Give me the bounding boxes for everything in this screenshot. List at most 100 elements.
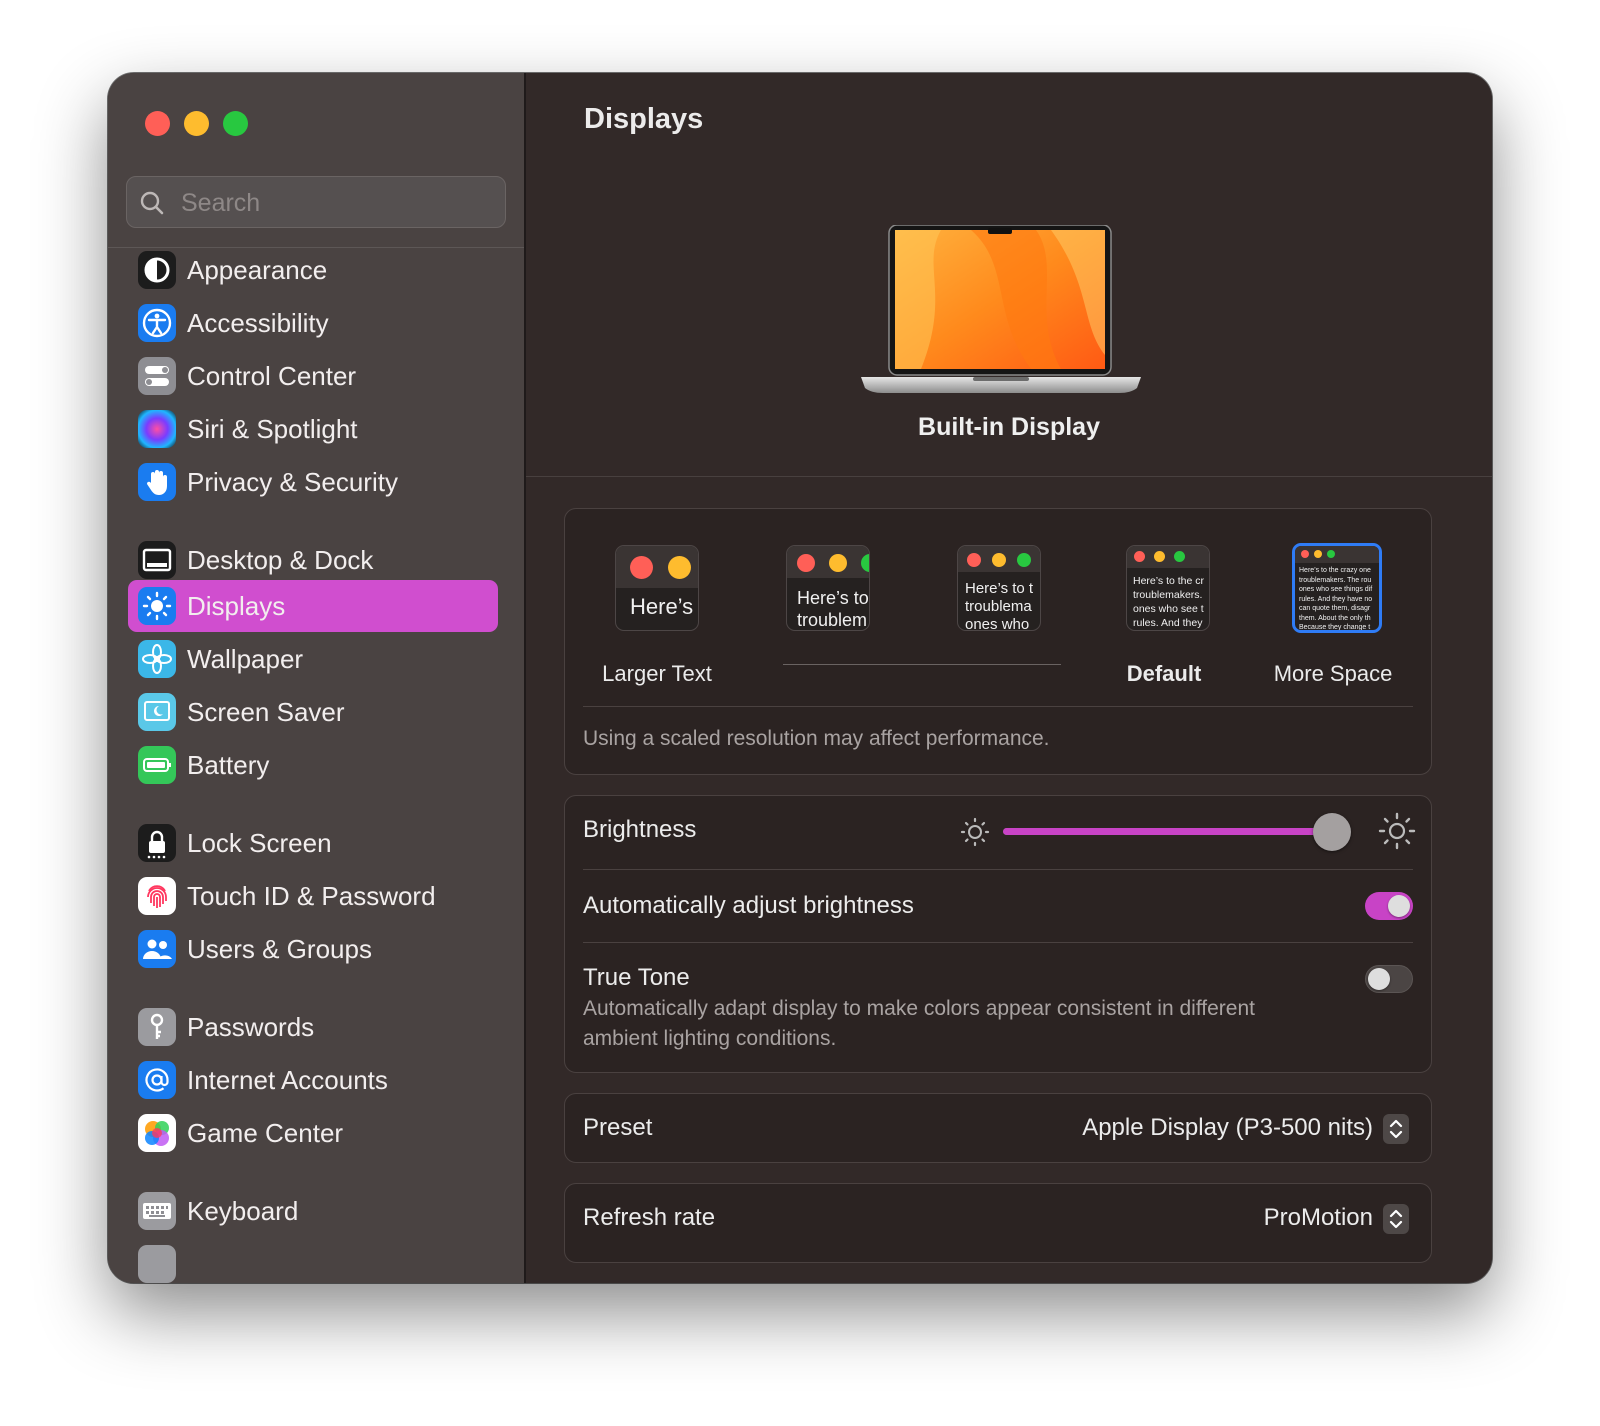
sidebar-item-label: Displays [187, 591, 286, 621]
display-name: Built-in Display [918, 413, 1100, 441]
preset-popup[interactable]: Apple Display (P3-500 nits) [1082, 1114, 1373, 1142]
sidebar-item-label: Internet Accounts [187, 1065, 388, 1095]
auto-brightness-toggle[interactable] [1365, 892, 1413, 920]
resolution-label: Default [1126, 661, 1202, 686]
sidebar-item-lock-screen[interactable]: Lock Screen [128, 817, 498, 869]
key-icon [138, 1008, 176, 1046]
resolution-thumbnail: Here’s [615, 545, 699, 631]
battery-icon [138, 746, 176, 784]
sidebar-item-displays[interactable]: Displays [128, 580, 498, 632]
sidebar-item-touch-id[interactable]: Touch ID & Password [128, 870, 498, 922]
lock-icon [138, 824, 176, 862]
brightness-slider[interactable] [1003, 813, 1351, 851]
header-divider [526, 476, 1492, 477]
refresh-rate-popup[interactable]: ProMotion [1264, 1204, 1373, 1232]
search-icon [140, 191, 164, 215]
screen-saver-icon [138, 693, 176, 731]
resolution-thumbnail: Here’s to troublem [786, 545, 870, 631]
main-pane: Displays Built-in Display Here’s Larger … [526, 73, 1492, 1283]
sidebar-item-label: Battery [187, 750, 270, 780]
auto-brightness-label: Automatically adjust brightness [583, 892, 914, 919]
brightness-high-icon [1378, 812, 1416, 850]
card-divider [583, 942, 1413, 943]
laptop-icon [861, 225, 1141, 393]
resolution-card: Here’s Larger Text Here’s to troublem He… [564, 508, 1432, 775]
appearance-icon [138, 251, 176, 289]
hand-icon [138, 463, 176, 501]
sidebar-item-users-groups[interactable]: Users & Groups [128, 923, 498, 975]
refresh-rate-stepper[interactable] [1383, 1204, 1409, 1234]
sidebar-item-label: Users & Groups [187, 934, 372, 964]
resolution-option-larger-text[interactable]: Here’s Larger Text [577, 545, 737, 686]
sun-icon [138, 587, 176, 625]
preset-label: Preset [583, 1114, 653, 1141]
close-window-button[interactable] [145, 111, 170, 136]
desktop-dock-icon [138, 541, 176, 579]
sidebar-item-label: Touch ID & Password [187, 881, 436, 911]
sidebar-item-label: Game Center [187, 1118, 344, 1148]
fingerprint-icon [138, 877, 176, 915]
trackpad-icon [138, 1245, 176, 1283]
minimize-window-button[interactable] [184, 111, 209, 136]
sidebar-item-label: Privacy & Security [187, 467, 398, 497]
chevron-up-down-icon [1389, 1209, 1403, 1229]
sidebar-item-label: Accessibility [187, 308, 329, 338]
siri-icon [138, 410, 176, 448]
system-settings-window: Appearance Accessibility Control Center … [108, 73, 1492, 1283]
performance-note: Using a scaled resolution may affect per… [583, 727, 1050, 750]
sidebar-item-accessibility[interactable]: Accessibility [128, 297, 498, 349]
resolution-thumbnail: Here’s to t troublema ones who [957, 545, 1041, 631]
users-icon [138, 930, 176, 968]
search-field[interactable] [126, 176, 506, 229]
true-tone-description: Automatically adapt display to make colo… [583, 997, 1255, 1050]
sidebar: Appearance Accessibility Control Center … [108, 73, 526, 1283]
sidebar-item-label: Siri & Spotlight [187, 414, 358, 444]
sidebar-item-desktop-dock[interactable]: Desktop & Dock [128, 534, 498, 586]
true-tone-toggle[interactable] [1365, 965, 1413, 993]
brightness-slider-knob[interactable] [1312, 813, 1351, 851]
flower-icon [138, 640, 176, 678]
sidebar-item-label: Control Center [187, 361, 357, 391]
resolution-label: Larger Text [602, 661, 712, 686]
brightness-card: Brightness Automatically adjust brightne… [564, 795, 1432, 1073]
true-tone-label: True Tone [583, 964, 690, 991]
card-divider [583, 869, 1413, 870]
sidebar-item-label: Wallpaper [187, 644, 304, 674]
sidebar-item-label: Passwords [187, 1012, 315, 1042]
resolution-label: More Space [1273, 661, 1393, 686]
sidebar-item-control-center[interactable]: Control Center [128, 350, 498, 402]
sidebar-list: Appearance Accessibility Control Center … [108, 248, 524, 1283]
sidebar-item-partial[interactable] [128, 1238, 498, 1283]
sidebar-item-label: Desktop & Dock [187, 545, 374, 575]
page-title: Displays [584, 103, 704, 135]
chevron-up-down-icon [1389, 1119, 1403, 1139]
sidebar-item-appearance[interactable]: Appearance [128, 248, 498, 296]
resolution-option-default[interactable]: Here’s to the cr troublemakers. ones who… [1084, 545, 1244, 686]
sidebar-item-game-center[interactable]: Game Center [128, 1107, 498, 1159]
sidebar-item-battery[interactable]: Battery [128, 739, 498, 791]
sidebar-item-privacy-security[interactable]: Privacy & Security [128, 456, 498, 508]
sidebar-item-siri-spotlight[interactable]: Siri & Spotlight [128, 403, 498, 455]
sidebar-item-label: Keyboard [187, 1196, 299, 1226]
preset-stepper[interactable] [1383, 1114, 1409, 1144]
resolution-thumbnail: Here’s to the cr troublemakers. ones who… [1126, 545, 1210, 631]
brightness-slider-fill [1003, 828, 1332, 835]
resolution-option-more-space[interactable]: Here’s to the crazy one troublemakers. T… [1253, 543, 1413, 686]
resolution-scale-line [783, 664, 1061, 665]
accessibility-icon [138, 304, 176, 342]
resolution-thumbnail: Here’s to the crazy one troublemakers. T… [1292, 543, 1382, 633]
zoom-window-button[interactable] [223, 111, 248, 136]
game-center-icon [138, 1114, 176, 1152]
sidebar-item-screen-saver[interactable]: Screen Saver [128, 686, 498, 738]
sidebar-item-keyboard[interactable]: Keyboard [128, 1185, 498, 1237]
sidebar-item-wallpaper[interactable]: Wallpaper [128, 633, 498, 685]
card-divider [583, 706, 1413, 707]
sidebar-item-label: Appearance [187, 255, 328, 285]
search-input[interactable] [179, 177, 483, 229]
brightness-low-icon [960, 817, 990, 847]
sidebar-item-label: Lock Screen [187, 828, 332, 858]
sidebar-item-internet-accounts[interactable]: Internet Accounts [128, 1054, 498, 1106]
sidebar-item-label: Screen Saver [187, 697, 345, 727]
sidebar-item-passwords[interactable]: Passwords [128, 1001, 498, 1053]
control-center-icon [138, 357, 176, 395]
